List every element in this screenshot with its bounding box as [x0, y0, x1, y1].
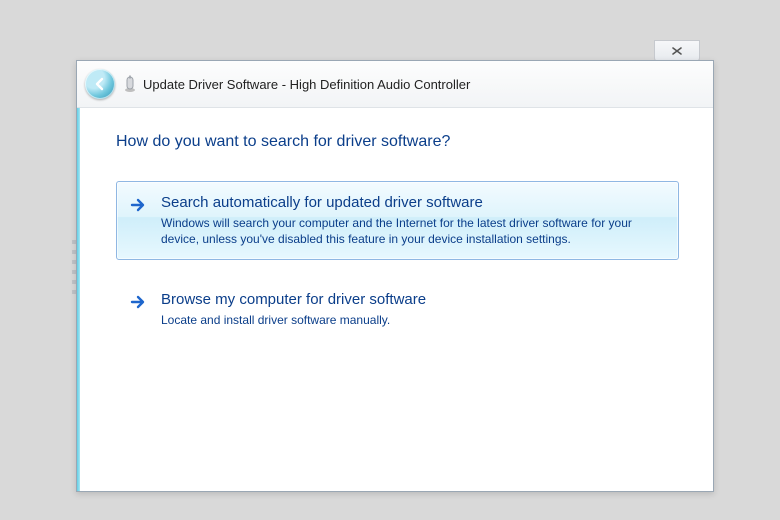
arrow-right-icon: [129, 196, 147, 214]
device-icon: [123, 75, 137, 93]
option-description: Locate and install driver software manua…: [161, 312, 664, 328]
arrow-right-icon: [129, 293, 147, 311]
close-button[interactable]: [654, 40, 700, 62]
wizard-body: How do you want to search for driver sof…: [80, 107, 713, 491]
option-search-automatically[interactable]: Search automatically for updated driver …: [116, 181, 679, 260]
wizard-title: Update Driver Software - High Definition…: [143, 77, 470, 92]
option-title: Search automatically for updated driver …: [161, 194, 664, 211]
update-driver-wizard: Update Driver Software - High Definition…: [76, 60, 714, 492]
back-button[interactable]: [85, 69, 115, 99]
option-title: Browse my computer for driver software: [161, 291, 664, 308]
wizard-header: Update Driver Software - High Definition…: [77, 61, 713, 108]
close-icon: [670, 46, 684, 56]
option-description: Windows will search your computer and th…: [161, 215, 664, 247]
option-browse-computer[interactable]: Browse my computer for driver software L…: [116, 278, 679, 341]
wizard-heading: How do you want to search for driver sof…: [116, 133, 679, 151]
arrow-left-icon: [92, 76, 108, 92]
